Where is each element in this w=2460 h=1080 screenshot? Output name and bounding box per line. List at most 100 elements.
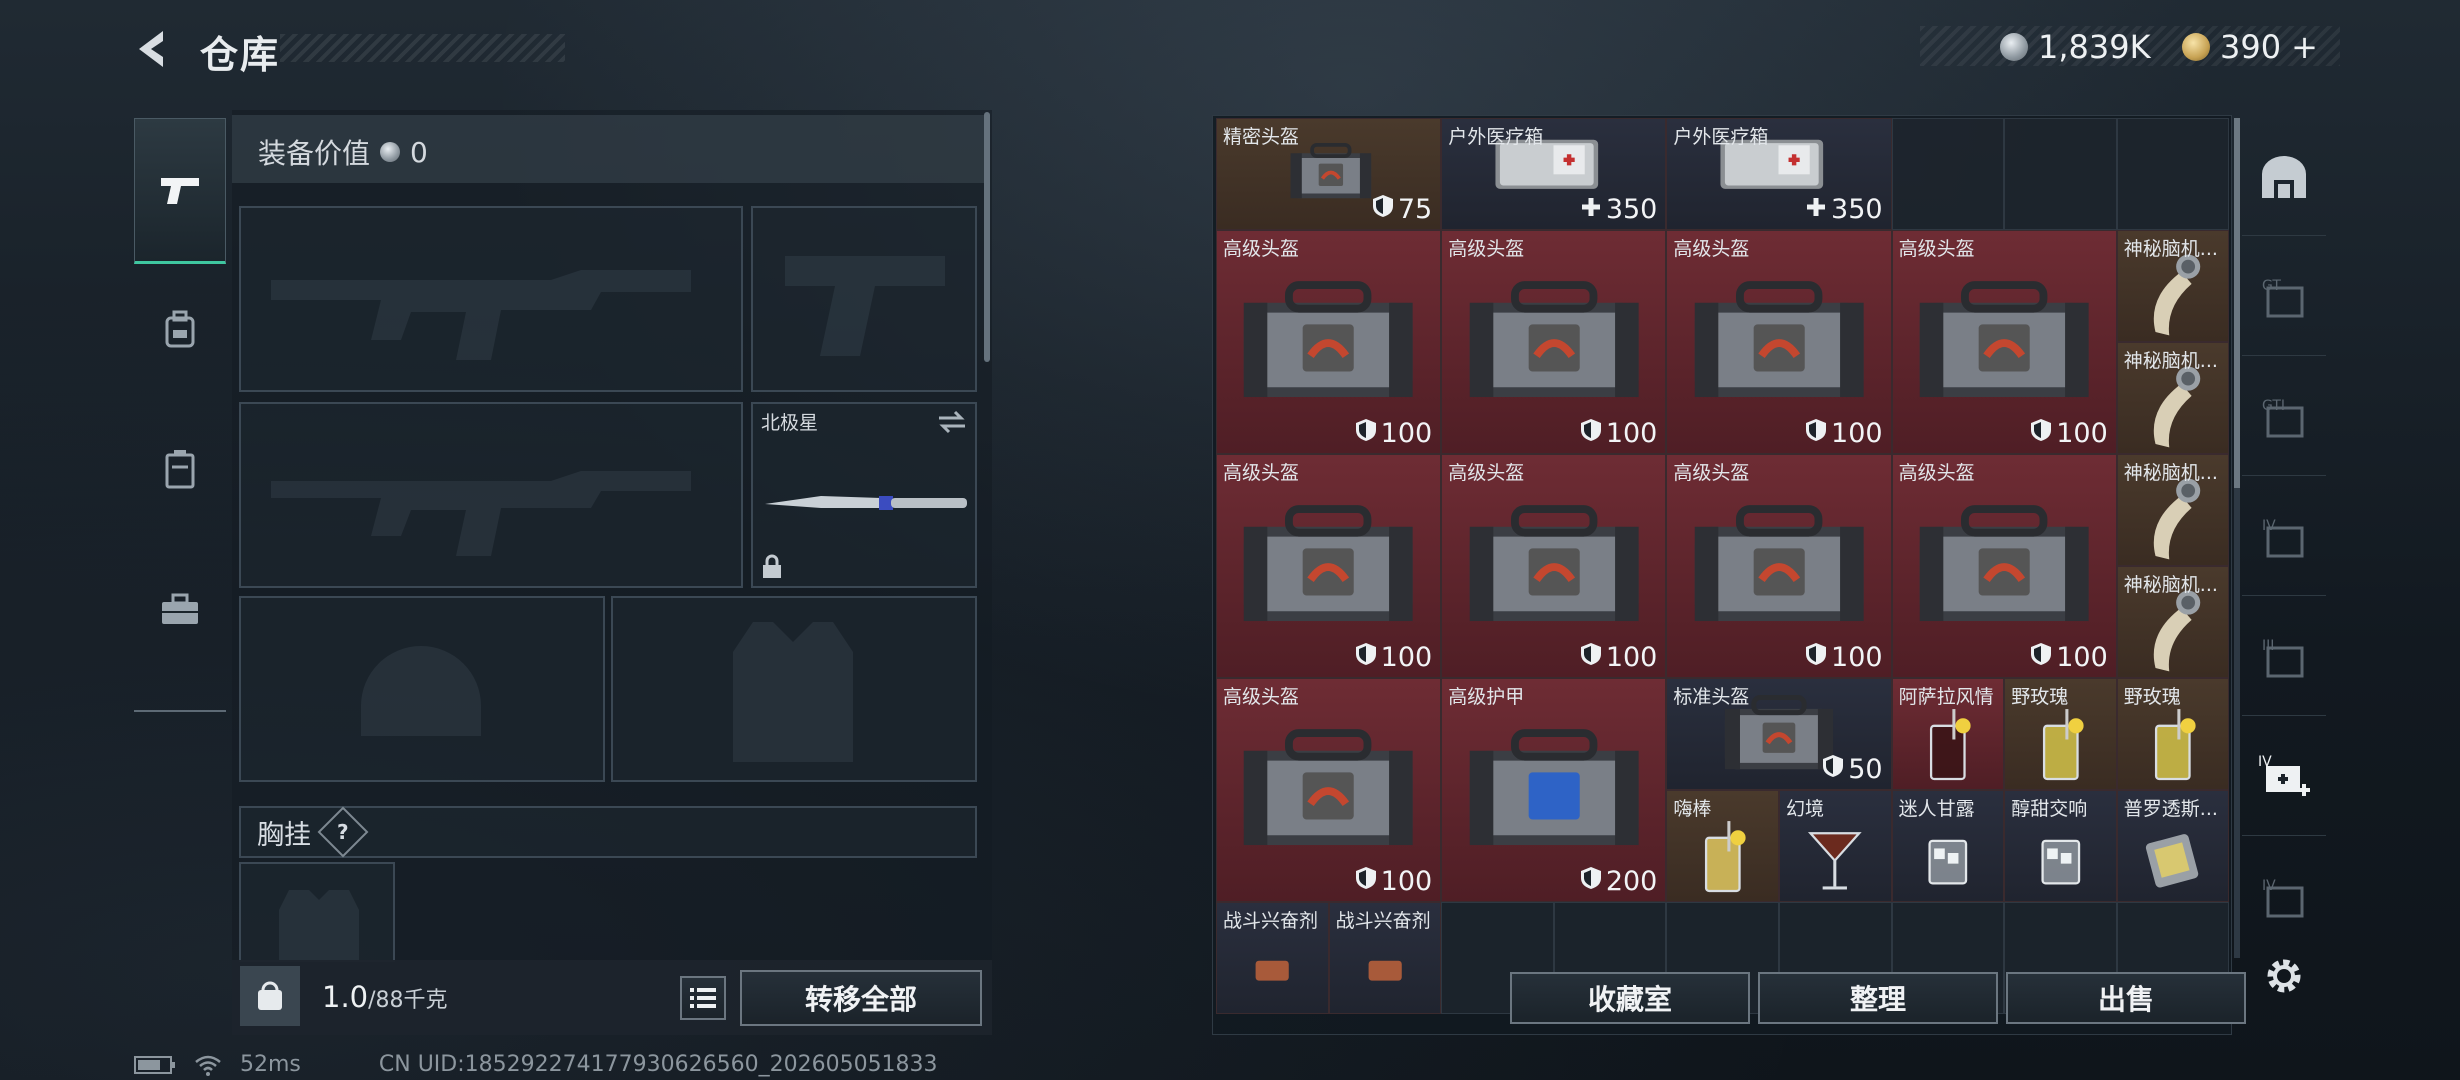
item-advanced-helmet[interactable]: 高级头盔 100 <box>1666 454 1892 678</box>
item-value-number: 100 <box>1831 642 1883 673</box>
gold-plus[interactable]: + <box>2291 28 2318 66</box>
bag-icon <box>1230 271 1426 413</box>
item-mystery-chip[interactable]: 神秘脑机... <box>2116 566 2230 678</box>
armor-slot[interactable] <box>611 596 977 782</box>
weight-current: 1.0 <box>322 980 369 1014</box>
chest-rig-slot[interactable] <box>239 862 395 962</box>
equipment-scrollbar[interactable] <box>984 112 990 362</box>
item-drink[interactable]: 醇甜交响 <box>2004 790 2117 902</box>
item-name: 高级头盔 <box>1673 462 1750 484</box>
empty-slot[interactable] <box>2004 118 2117 230</box>
lock-icon <box>763 554 781 578</box>
bag-icon <box>1456 495 1652 637</box>
glass-icon <box>1908 815 1988 899</box>
item-drink[interactable]: 普罗透斯... <box>2116 790 2230 902</box>
pistol-slot[interactable] <box>751 206 977 392</box>
item-name: 神秘脑机... <box>2123 238 2218 260</box>
item-mystery-chip[interactable]: 神秘脑机... <box>2116 454 2230 566</box>
item-advanced-helmet[interactable]: 高级头盔 100 <box>1666 230 1892 454</box>
item-value-number: 100 <box>2056 418 2108 449</box>
tab-storage-7[interactable]: IV <box>2242 839 2326 955</box>
shield-icon <box>1805 418 1827 449</box>
svg-text:GTI: GTI <box>2262 398 2285 414</box>
bag-icon <box>1906 495 2102 637</box>
shield-icon <box>2030 642 2052 673</box>
item-combat-stim[interactable]: 战斗兴奋剂 <box>1328 902 1442 1014</box>
primary-weapon-slot-2[interactable] <box>239 402 743 588</box>
nav-toolbox[interactable] <box>134 550 226 668</box>
gold-currency[interactable]: 390 + <box>2182 28 2318 66</box>
item-name: 迷人甘露 <box>1898 798 1975 820</box>
item-advanced-helmet[interactable]: 高级头盔 100 <box>1891 230 2117 454</box>
melee-slot[interactable]: 北极星 <box>751 402 977 588</box>
item-mystery-chip[interactable]: 神秘脑机... <box>2116 230 2230 342</box>
item-drink[interactable]: 幻境 <box>1779 790 1892 902</box>
item-advanced-helmet[interactable]: 高级头盔 100 <box>1216 678 1442 902</box>
tab-storage-4[interactable]: IV <box>2242 479 2326 596</box>
item-advanced-armor[interactable]: 高级护甲 200 <box>1441 678 1667 902</box>
glass-icon <box>2021 815 2101 899</box>
item-value-number: 50 <box>1848 754 1883 785</box>
item-value: 100 <box>1580 642 1657 673</box>
tab-all-storage[interactable] <box>2242 119 2326 236</box>
rifle-silhouette-icon <box>271 471 691 556</box>
inventory-grid: 精密头盔 75 户外医疗箱 350 户外医疗箱 350 高级头盔 100 高级头盔 100 高级头盔… <box>1216 118 2230 1014</box>
item-name: 高级头盔 <box>1673 238 1750 260</box>
list-icon <box>690 988 716 1008</box>
vest-silhouette-icon <box>279 890 359 960</box>
item-standard-helmet[interactable]: 标准头盔 50 <box>1666 678 1892 790</box>
item-name: 神秘脑机... <box>2123 462 2218 484</box>
primary-weapon-slot-1[interactable] <box>239 206 743 392</box>
item-name: 高级头盔 <box>1223 686 1300 708</box>
nav-container[interactable] <box>134 410 226 528</box>
item-advanced-helmet[interactable]: 高级头盔 100 <box>1441 230 1667 454</box>
item-value-number: 350 <box>1831 194 1883 225</box>
item-advanced-helmet[interactable]: 高级头盔 100 <box>1891 454 2117 678</box>
tab-storage-6[interactable]: IV <box>2242 719 2326 836</box>
item-advanced-helmet[interactable]: 高级头盔 100 <box>1216 454 1442 678</box>
item-medkit-1[interactable]: 户外医疗箱 350 <box>1441 118 1667 230</box>
collection-button[interactable]: 收藏室 <box>1510 972 1750 1024</box>
status-line: 52ms CN UID:18529227417793062656​0_20260… <box>134 1052 938 1077</box>
item-medkit-2[interactable]: 户外医疗箱 350 <box>1666 118 1892 230</box>
silver-amount: 1,839K <box>2038 28 2151 66</box>
toolbox-icon <box>162 593 198 624</box>
helmet-slot[interactable] <box>239 596 605 782</box>
item-drink[interactable]: 野玫瑰 <box>2004 678 2117 790</box>
swap-icon[interactable] <box>937 410 967 434</box>
tab-storage-2[interactable]: GT <box>2242 239 2326 356</box>
tab-storage-5[interactable]: III <box>2242 599 2326 716</box>
tab-storage-3[interactable]: GTI <box>2242 359 2326 476</box>
nav-backpack[interactable] <box>134 270 226 388</box>
item-value: 100 <box>1355 642 1432 673</box>
item-drink[interactable]: 阿萨拉风情 <box>1891 678 2005 790</box>
item-drink[interactable]: 野玫瑰 <box>2116 678 2230 790</box>
list-view-button[interactable] <box>680 976 726 1020</box>
item-name: 高级头盔 <box>1448 462 1525 484</box>
nav-weapons[interactable] <box>134 118 226 264</box>
item-combat-stim[interactable]: 战斗兴奋剂 <box>1216 902 1329 1014</box>
inventory-scrollbar[interactable] <box>2234 118 2240 488</box>
sell-button[interactable]: 出售 <box>2006 972 2246 1024</box>
organize-button[interactable]: 整理 <box>1758 972 1998 1024</box>
item-precision-helmet[interactable]: 精密头盔 75 <box>1216 118 1442 230</box>
empty-slot[interactable] <box>1891 118 2005 230</box>
help-icon[interactable]: ? <box>317 806 369 858</box>
cocktail-icon <box>2133 703 2213 787</box>
settings-button[interactable] <box>2262 954 2306 998</box>
equipment-value-label: 装备价值 <box>258 137 371 170</box>
item-drink[interactable]: 嗨棒 <box>1666 790 1779 902</box>
gold-amount: 390 <box>2220 28 2282 66</box>
item-mystery-chip[interactable]: 神秘脑机... <box>2116 342 2230 454</box>
item-advanced-helmet[interactable]: 高级头盔 100 <box>1441 454 1667 678</box>
chest-rig-header[interactable]: 胸挂 ? <box>239 806 977 858</box>
item-value-number: 100 <box>1605 418 1658 449</box>
transfer-all-button[interactable]: 转移全部 <box>740 970 982 1026</box>
item-name: 高级头盔 <box>1448 238 1525 260</box>
back-button[interactable] <box>130 22 180 76</box>
item-value: 350 <box>1805 194 1883 225</box>
item-advanced-helmet[interactable]: 高级头盔 100 <box>1216 230 1442 454</box>
svg-text:IV: IV <box>2262 878 2276 894</box>
empty-slot[interactable] <box>2116 118 2230 230</box>
item-drink[interactable]: 迷人甘露 <box>1891 790 2005 902</box>
